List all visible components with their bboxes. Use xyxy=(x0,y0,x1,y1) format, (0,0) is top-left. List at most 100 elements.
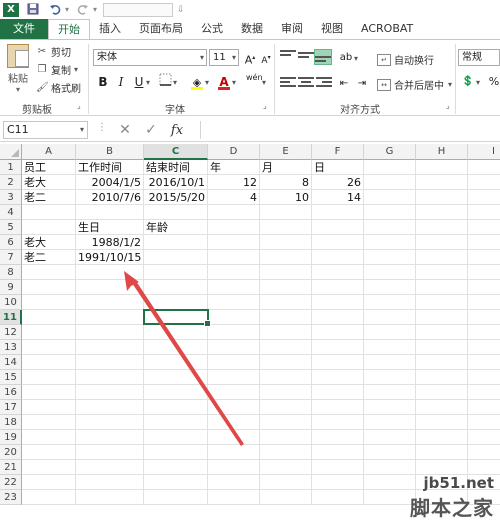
font-color-button[interactable]: A xyxy=(216,73,232,91)
cell-f10[interactable] xyxy=(312,295,364,310)
tab-home[interactable]: 开始 xyxy=(48,19,90,39)
cell-a23[interactable] xyxy=(22,490,76,505)
cell-b1[interactable]: 工作时间 xyxy=(76,160,144,175)
cell-g3[interactable] xyxy=(364,190,416,205)
cell-d11[interactable] xyxy=(208,310,260,325)
cell-e19[interactable] xyxy=(260,430,312,445)
underline-button[interactable]: U xyxy=(131,73,147,91)
row-header-7[interactable]: 7 xyxy=(0,250,22,265)
cell-e2[interactable]: 8 xyxy=(260,175,312,190)
cell-e1[interactable]: 月 xyxy=(260,160,312,175)
paste-dropdown-icon[interactable]: ▾ xyxy=(6,85,30,94)
cell-d10[interactable] xyxy=(208,295,260,310)
cell-a11[interactable] xyxy=(22,310,76,325)
phonetic-button[interactable]: wén xyxy=(246,73,263,91)
cell-b20[interactable] xyxy=(76,445,144,460)
underline-dropdown-icon[interactable]: ▾ xyxy=(146,78,150,87)
column-header-a[interactable]: A xyxy=(22,144,76,160)
cell-f18[interactable] xyxy=(312,415,364,430)
cell-f12[interactable] xyxy=(312,325,364,340)
merge-center-dropdown-icon[interactable]: ▾ xyxy=(448,80,452,89)
merge-center-button[interactable]: ↔ 合并后居中 ▾ xyxy=(377,77,452,92)
orientation-dropdown-icon[interactable]: ▾ xyxy=(354,54,358,63)
cell-i6[interactable] xyxy=(468,235,500,250)
cell-c7[interactable] xyxy=(144,250,208,265)
cell-d15[interactable] xyxy=(208,370,260,385)
cell-f15[interactable] xyxy=(312,370,364,385)
cell-a1[interactable]: 员工 xyxy=(22,160,76,175)
tab-file[interactable]: 文件 xyxy=(0,19,48,39)
cell-f4[interactable] xyxy=(312,205,364,220)
cell-i12[interactable] xyxy=(468,325,500,340)
cell-e10[interactable] xyxy=(260,295,312,310)
cell-d16[interactable] xyxy=(208,385,260,400)
cell-a16[interactable] xyxy=(22,385,76,400)
cell-b4[interactable] xyxy=(76,205,144,220)
cell-a10[interactable] xyxy=(22,295,76,310)
cell-g12[interactable] xyxy=(364,325,416,340)
cell-c13[interactable] xyxy=(144,340,208,355)
clipboard-launcher-icon[interactable]: ⌟ xyxy=(77,101,81,110)
copy-dropdown-icon[interactable]: ▾ xyxy=(74,65,78,74)
cell-d17[interactable] xyxy=(208,400,260,415)
column-header-c[interactable]: C xyxy=(144,144,208,160)
cell-g19[interactable] xyxy=(364,430,416,445)
cell-e7[interactable] xyxy=(260,250,312,265)
cell-h19[interactable] xyxy=(416,430,468,445)
cell-g7[interactable] xyxy=(364,250,416,265)
cell-h10[interactable] xyxy=(416,295,468,310)
column-header-e[interactable]: E xyxy=(260,144,312,160)
cell-d13[interactable] xyxy=(208,340,260,355)
cell-g14[interactable] xyxy=(364,355,416,370)
row-header-2[interactable]: 2 xyxy=(0,175,22,190)
row-header-15[interactable]: 15 xyxy=(0,370,22,385)
cell-g8[interactable] xyxy=(364,265,416,280)
formula-input[interactable] xyxy=(200,121,500,139)
cell-i5[interactable] xyxy=(468,220,500,235)
cell-i19[interactable] xyxy=(468,430,500,445)
cell-f8[interactable] xyxy=(312,265,364,280)
bold-button[interactable]: B xyxy=(95,73,111,91)
accounting-format-button[interactable]: 💲 xyxy=(460,73,476,91)
cell-i8[interactable] xyxy=(468,265,500,280)
cell-e16[interactable] xyxy=(260,385,312,400)
cell-c17[interactable] xyxy=(144,400,208,415)
tab-insert[interactable]: 插入 xyxy=(90,19,130,39)
tab-data[interactable]: 数据 xyxy=(232,19,272,39)
cell-b12[interactable] xyxy=(76,325,144,340)
cell-g4[interactable] xyxy=(364,205,416,220)
column-header-g[interactable]: G xyxy=(364,144,416,160)
orientation-button[interactable]: ab xyxy=(338,49,354,67)
font-color-dropdown-icon[interactable]: ▾ xyxy=(232,78,236,87)
cell-f6[interactable] xyxy=(312,235,364,250)
cell-c19[interactable] xyxy=(144,430,208,445)
cell-i2[interactable] xyxy=(468,175,500,190)
cell-a19[interactable] xyxy=(22,430,76,445)
cell-d23[interactable] xyxy=(208,490,260,505)
cell-g11[interactable] xyxy=(364,310,416,325)
cell-b18[interactable] xyxy=(76,415,144,430)
cell-c20[interactable] xyxy=(144,445,208,460)
cell-e11[interactable] xyxy=(260,310,312,325)
cell-b8[interactable] xyxy=(76,265,144,280)
cell-b3[interactable]: 2010/7/6 xyxy=(76,190,144,205)
cell-d3[interactable]: 4 xyxy=(208,190,260,205)
phonetic-dropdown-icon[interactable]: ▾ xyxy=(262,78,266,87)
undo-icon[interactable] xyxy=(47,3,63,17)
cell-a4[interactable] xyxy=(22,205,76,220)
cell-e18[interactable] xyxy=(260,415,312,430)
cell-e4[interactable] xyxy=(260,205,312,220)
cell-h8[interactable] xyxy=(416,265,468,280)
cell-a9[interactable] xyxy=(22,280,76,295)
cell-d21[interactable] xyxy=(208,460,260,475)
row-header-22[interactable]: 22 xyxy=(0,475,22,490)
cell-b21[interactable] xyxy=(76,460,144,475)
cell-a20[interactable] xyxy=(22,445,76,460)
align-top-icon[interactable] xyxy=(280,50,296,64)
cell-g22[interactable] xyxy=(364,475,416,490)
cell-e3[interactable]: 10 xyxy=(260,190,312,205)
row-header-8[interactable]: 8 xyxy=(0,265,22,280)
cell-f23[interactable] xyxy=(312,490,364,505)
cell-i18[interactable] xyxy=(468,415,500,430)
tab-acrobat[interactable]: ACROBAT xyxy=(352,19,422,39)
